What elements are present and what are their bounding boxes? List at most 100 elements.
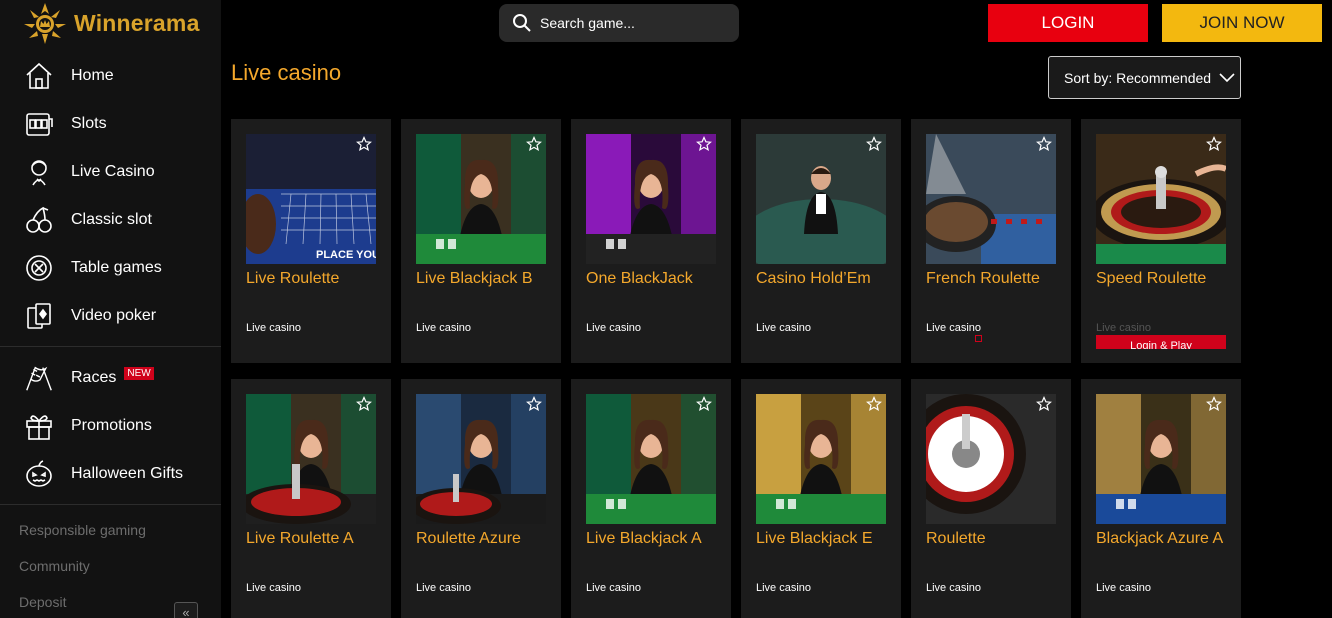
game-card[interactable]: Live Roulette A Live casino	[231, 379, 391, 618]
game-card[interactable]: Casino Hold’Em Live casino	[741, 119, 901, 363]
sidebar-item-label: Live Casino	[71, 163, 155, 180]
sidebar-item-label: Video poker	[71, 307, 157, 324]
game-thumbnail[interactable]	[416, 394, 546, 524]
login-button[interactable]: LOGIN	[988, 4, 1148, 42]
game-thumbnail[interactable]: PLACE YOUR	[246, 134, 376, 264]
game-title[interactable]: Speed Roulette	[1096, 270, 1206, 288]
favorite-star-icon[interactable]	[866, 136, 882, 152]
sidebar-item-classic-slot[interactable]: Classic slot	[0, 200, 221, 240]
home-icon	[23, 60, 55, 92]
favorite-star-icon[interactable]	[1036, 136, 1052, 152]
sidebar-item-live-casino[interactable]: Live Casino	[0, 152, 221, 192]
game-card[interactable]: French Roulette Live casino	[911, 119, 1071, 363]
game-category: Live casino	[416, 582, 472, 594]
login-and-play-button[interactable]: Login & Play	[1096, 335, 1226, 349]
game-category: Live casino	[246, 322, 302, 334]
game-card[interactable]: Live Blackjack B Live casino	[401, 119, 561, 363]
cursor-marker	[975, 335, 982, 342]
favorite-star-icon[interactable]	[1036, 396, 1052, 412]
game-category: Live casino	[756, 582, 812, 594]
sidebar-item-halloween-gifts[interactable]: Halloween Gifts	[0, 454, 221, 494]
sidebar-divider	[0, 504, 221, 505]
game-thumbnail[interactable]	[586, 134, 716, 264]
game-title[interactable]: Live Blackjack A	[586, 530, 702, 548]
game-thumbnail[interactable]	[586, 394, 716, 524]
favorite-star-icon[interactable]	[696, 136, 712, 152]
pumpkin-icon	[23, 458, 55, 490]
sidebar-item-promotions[interactable]: Promotions	[0, 406, 221, 446]
sidebar-item-races[interactable]: Races NEW	[0, 358, 221, 398]
game-card[interactable]: One BlackJack Live casino	[571, 119, 731, 363]
game-title[interactable]: Blackjack Azure A	[1096, 530, 1223, 548]
sidebar-item-label: Halloween Gifts	[71, 465, 184, 482]
sidebar-item-label: Slots	[71, 115, 107, 132]
game-card[interactable]: Roulette Azure Live casino	[401, 379, 561, 618]
game-title[interactable]: Live Blackjack B	[416, 270, 533, 288]
sidebar-item-label: Promotions	[71, 417, 152, 434]
favorite-star-icon[interactable]	[1206, 136, 1222, 152]
game-category: Live casino	[1096, 322, 1152, 334]
game-title[interactable]: Roulette	[926, 530, 986, 548]
game-category: Live casino	[1096, 582, 1152, 594]
game-card[interactable]: Speed Roulette Live casino Login & Play	[1081, 119, 1241, 363]
search-bar[interactable]	[499, 4, 739, 42]
game-card[interactable]: Live Blackjack E Live casino	[741, 379, 901, 618]
game-title[interactable]: French Roulette	[926, 270, 1040, 288]
logo[interactable]: Winnerama	[22, 0, 200, 46]
search-input[interactable]	[540, 15, 720, 31]
favorite-star-icon[interactable]	[526, 396, 542, 412]
game-thumbnail[interactable]	[756, 134, 886, 264]
join-now-button[interactable]: JOIN NOW	[1162, 4, 1322, 42]
game-category: Live casino	[756, 322, 812, 334]
game-title[interactable]: One BlackJack	[586, 270, 693, 288]
game-card[interactable]: Live Blackjack A Live casino	[571, 379, 731, 618]
game-thumbnail[interactable]	[926, 394, 1056, 524]
game-title[interactable]: Live Blackjack E	[756, 530, 873, 548]
favorite-star-icon[interactable]	[356, 136, 372, 152]
collapse-sidebar-button[interactable]: «	[174, 602, 198, 618]
game-title[interactable]: Casino Hold’Em	[756, 270, 871, 288]
sidebar-item-label: Table games	[71, 259, 162, 276]
search-icon	[513, 14, 531, 32]
sort-dropdown[interactable]: Sort by: Recommended	[1048, 56, 1241, 99]
game-title[interactable]: Live Roulette A	[246, 530, 354, 548]
favorite-star-icon[interactable]	[1206, 396, 1222, 412]
favorite-star-icon[interactable]	[526, 136, 542, 152]
game-category: Live casino	[586, 322, 642, 334]
game-category: Live casino	[586, 582, 642, 594]
game-card[interactable]: Roulette Live casino	[911, 379, 1071, 618]
footer-link-deposit[interactable]: Deposit	[19, 594, 66, 610]
game-thumbnail[interactable]	[926, 134, 1056, 264]
footer-link-community[interactable]: Community	[19, 558, 90, 574]
game-category: Live casino	[246, 582, 302, 594]
slot-machine-icon	[23, 108, 55, 140]
sidebar-item-video-poker[interactable]: Video poker	[0, 296, 221, 336]
favorite-star-icon[interactable]	[356, 396, 372, 412]
footer-link-responsible-gaming[interactable]: Responsible gaming	[19, 522, 146, 538]
new-badge: NEW	[124, 366, 154, 380]
crown-logo-icon	[24, 3, 66, 44]
game-thumbnail[interactable]	[1096, 394, 1226, 524]
sidebar: Winnerama Home Slots Live Casino Classic…	[0, 0, 221, 618]
game-title[interactable]: Roulette Azure	[416, 530, 521, 548]
cards-icon	[23, 300, 55, 332]
brand-name: Winnerama	[74, 9, 200, 36]
cherries-icon	[23, 204, 55, 236]
game-thumbnail[interactable]	[1096, 134, 1226, 264]
sidebar-item-label: Classic slot	[71, 211, 152, 228]
game-title[interactable]: Live Roulette	[246, 270, 339, 288]
favorite-star-icon[interactable]	[696, 396, 712, 412]
race-flags-icon	[23, 362, 55, 394]
game-thumbnail[interactable]	[416, 134, 546, 264]
chip-icon	[23, 252, 55, 284]
sidebar-item-home[interactable]: Home	[0, 56, 221, 96]
sidebar-item-table-games[interactable]: Table games	[0, 248, 221, 288]
app-root: Winnerama Home Slots Live Casino Classic…	[0, 0, 1332, 618]
sidebar-item-slots[interactable]: Slots	[0, 104, 221, 144]
favorite-star-icon[interactable]	[866, 396, 882, 412]
game-card[interactable]: PLACE YOUR Live Roulette Live casino	[231, 119, 391, 363]
game-thumbnail[interactable]	[756, 394, 886, 524]
game-thumbnail[interactable]	[246, 394, 376, 524]
sidebar-item-label: Races	[71, 369, 117, 386]
game-card[interactable]: Blackjack Azure A Live casino	[1081, 379, 1241, 618]
